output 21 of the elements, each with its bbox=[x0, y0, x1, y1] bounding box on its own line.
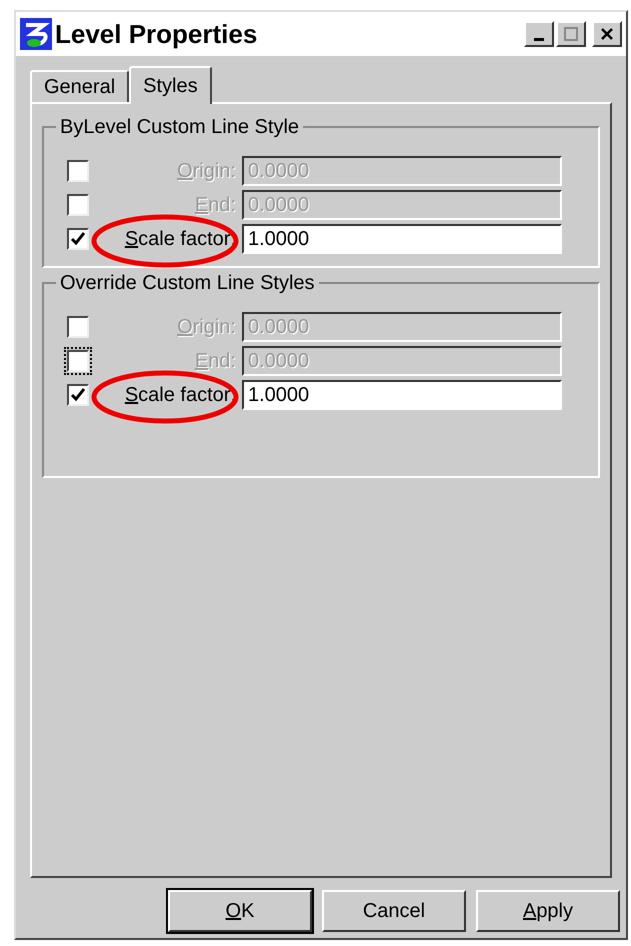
maximize-icon bbox=[564, 27, 578, 41]
tab[interactable]: General bbox=[30, 70, 130, 102]
dialog-button[interactable]: Cancel bbox=[322, 890, 466, 932]
field-label: Scale factor: bbox=[124, 383, 236, 408]
minimize-button[interactable] bbox=[524, 21, 554, 47]
close-icon bbox=[600, 27, 614, 41]
maximize-button[interactable] bbox=[556, 21, 586, 47]
input-field[interactable]: 1.0000 bbox=[242, 380, 562, 410]
dialog-button[interactable]: Apply bbox=[476, 890, 620, 932]
app-logo-icon bbox=[20, 18, 52, 50]
window-title: Level Properties bbox=[55, 18, 258, 50]
dialog-button[interactable]: OK bbox=[168, 890, 312, 932]
minimize-icon bbox=[534, 38, 544, 41]
checkbox[interactable] bbox=[67, 228, 89, 250]
close-button[interactable] bbox=[592, 21, 622, 47]
checkmark-icon bbox=[70, 387, 86, 403]
checkbox[interactable] bbox=[67, 384, 89, 406]
field-label: Scale factor: bbox=[124, 227, 236, 252]
tab[interactable]: Styles bbox=[129, 66, 212, 104]
checkmark-icon bbox=[70, 231, 86, 247]
input-field[interactable]: 1.0000 bbox=[242, 224, 562, 254]
